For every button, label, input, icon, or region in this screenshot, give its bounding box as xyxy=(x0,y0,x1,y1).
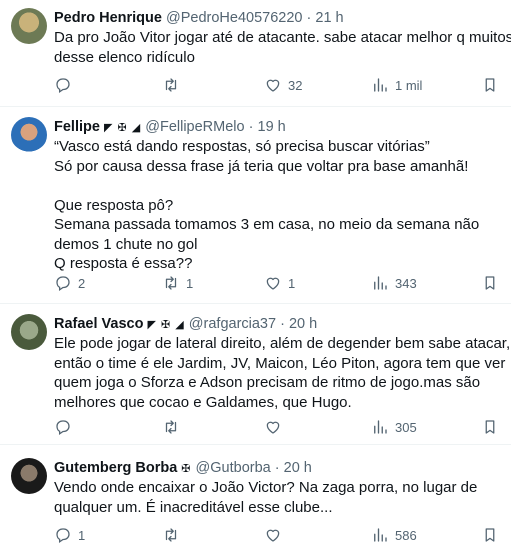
timestamp[interactable]: 20 h xyxy=(284,460,312,476)
tweet-header: Rafael Vasco ◤ ✠ ◢ @rafgarcia37 · 20 h xyxy=(54,315,317,334)
tweet[interactable]: Gutemberg Borba ✠ @Gutborba · 20 h Vendo… xyxy=(0,445,511,543)
retweet-icon xyxy=(165,78,177,92)
retweet-icon xyxy=(165,276,177,290)
like-count: 1 xyxy=(288,275,296,291)
retweet-button[interactable]: 1 xyxy=(162,274,193,292)
like-button[interactable] xyxy=(264,526,288,544)
author-name[interactable]: Rafael Vasco xyxy=(54,316,143,332)
like-button[interactable]: 1 xyxy=(264,274,295,292)
tweet-header: Gutemberg Borba ✠ @Gutborba · 20 h xyxy=(54,459,312,478)
bookmark-icon xyxy=(485,276,495,290)
tweet-actions: 32 1 mil xyxy=(54,76,511,96)
tweet-header: Fellipe ◤ ✠ ◢ @FellipeRMelo · 19 h xyxy=(54,118,286,137)
reply-icon xyxy=(56,420,70,435)
like-icon xyxy=(266,277,280,290)
avatar[interactable] xyxy=(11,117,47,153)
views-icon xyxy=(374,78,387,92)
retweet-icon xyxy=(165,420,177,434)
tweet-text: Ele pode jogar de lateral direito, além … xyxy=(54,335,511,411)
view-count: 1 mil xyxy=(395,77,423,93)
author-badges: ✠ xyxy=(181,463,192,475)
like-icon xyxy=(266,79,280,92)
reply-button[interactable]: 1 xyxy=(54,526,85,544)
reply-button[interactable] xyxy=(54,76,78,94)
views-button[interactable]: 343 xyxy=(371,274,417,292)
views-icon xyxy=(374,420,387,434)
bookmark-icon xyxy=(485,78,495,92)
reply-button[interactable]: 2 xyxy=(54,274,85,292)
views-button[interactable]: 1 mil xyxy=(371,76,422,94)
like-icon xyxy=(266,529,280,542)
tweet-actions: 1 586 xyxy=(54,526,511,546)
separator-dot: · xyxy=(280,316,285,332)
avatar[interactable] xyxy=(11,8,47,44)
bookmark-button[interactable] xyxy=(481,274,499,292)
bookmark-icon xyxy=(485,420,495,434)
timestamp[interactable]: 20 h xyxy=(289,316,317,332)
author-handle[interactable]: @PedroHe40576220 xyxy=(166,10,302,26)
author-name[interactable]: Gutemberg Borba xyxy=(54,460,177,476)
reply-count: 1 xyxy=(78,527,86,543)
timestamp[interactable]: 21 h xyxy=(315,10,343,26)
view-count: 343 xyxy=(395,275,417,291)
bookmark-button[interactable] xyxy=(481,526,499,544)
reply-icon xyxy=(56,276,70,291)
retweet-button[interactable] xyxy=(162,418,186,436)
tweet-actions: 305 xyxy=(54,418,511,438)
tweet-header: Pedro Henrique @PedroHe40576220 · 21 h xyxy=(54,9,344,27)
bookmark-button[interactable] xyxy=(481,76,499,94)
reply-icon xyxy=(56,528,70,543)
tweet-actions: 2 1 1 343 xyxy=(54,274,511,294)
tweet-text: Da pro João Vitor jogar até de atacante.… xyxy=(54,29,511,66)
reply-icon xyxy=(56,78,70,93)
views-button[interactable]: 305 xyxy=(371,418,417,436)
tweet-text: Vendo onde encaixar o João Victor? Na za… xyxy=(54,479,478,516)
like-count: 32 xyxy=(288,77,303,93)
like-button[interactable]: 32 xyxy=(264,76,302,94)
author-handle[interactable]: @rafgarcia37 xyxy=(189,316,276,332)
tweet[interactable]: Fellipe ◤ ✠ ◢ @FellipeRMelo · 19 h “Vasc… xyxy=(0,107,511,303)
like-icon xyxy=(266,421,280,434)
views-icon xyxy=(374,528,387,542)
avatar[interactable] xyxy=(11,458,47,494)
reply-button[interactable] xyxy=(54,418,78,436)
reply-count: 2 xyxy=(78,275,86,291)
bookmark-icon xyxy=(485,528,495,542)
author-name[interactable]: Fellipe xyxy=(54,119,100,135)
avatar[interactable] xyxy=(11,314,47,350)
bookmark-button[interactable] xyxy=(481,418,499,436)
author-badges: ◤ ✠ ◢ xyxy=(147,319,185,331)
view-count: 305 xyxy=(395,419,417,435)
separator-dot: · xyxy=(306,10,312,26)
views-icon xyxy=(374,276,387,290)
author-handle[interactable]: @FellipeRMelo xyxy=(145,119,244,135)
view-count: 586 xyxy=(395,527,417,543)
retweet-count: 1 xyxy=(186,275,194,291)
retweet-icon xyxy=(165,528,177,542)
separator-dot: · xyxy=(248,119,254,135)
retweet-button[interactable] xyxy=(162,526,186,544)
author-handle[interactable]: @Gutborba xyxy=(196,460,271,476)
retweet-button[interactable] xyxy=(162,76,186,94)
timestamp[interactable]: 19 h xyxy=(258,119,286,135)
tweet-text: “Vasco está dando respostas, só precisa … xyxy=(54,138,480,272)
author-name[interactable]: Pedro Henrique xyxy=(54,10,162,26)
tweet[interactable]: Pedro Henrique @PedroHe40576220 · 21 h D… xyxy=(0,0,511,106)
author-badges: ◤ ✠ ◢ xyxy=(103,122,142,134)
like-button[interactable] xyxy=(264,418,288,436)
separator-dot: · xyxy=(274,460,280,476)
views-button[interactable]: 586 xyxy=(371,526,417,544)
tweet[interactable]: Rafael Vasco ◤ ✠ ◢ @rafgarcia37 · 20 h E… xyxy=(0,304,511,444)
